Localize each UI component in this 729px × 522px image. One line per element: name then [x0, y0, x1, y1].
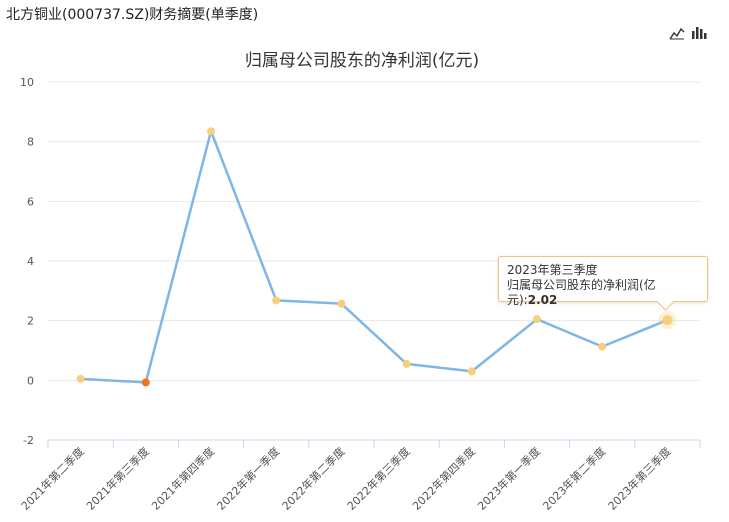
tooltip-value: 2.02 — [527, 293, 558, 307]
y-tick-label: 4 — [27, 255, 34, 268]
data-point[interactable] — [598, 342, 607, 351]
data-point[interactable] — [76, 374, 85, 383]
x-tick-label: 2022年第一季度 — [214, 444, 283, 513]
x-tick-label: 2023年第二季度 — [540, 444, 609, 513]
chart-title: 归属母公司股东的净利润(亿元) — [245, 51, 479, 71]
data-point[interactable] — [402, 359, 411, 368]
x-tick-label: 2021年第三季度 — [83, 444, 152, 513]
data-point[interactable] — [533, 315, 541, 324]
x-tick-label: 2022年第三季度 — [344, 444, 413, 513]
data-point[interactable] — [337, 299, 346, 308]
data-point[interactable] — [141, 378, 150, 387]
data-point[interactable] — [207, 127, 215, 136]
x-tick-label: 2022年第四季度 — [409, 444, 478, 513]
tooltip-period: 2023年第三季度 — [507, 263, 598, 277]
data-tooltip: 2023年第三季度 归属母公司股东的净利润(亿元):2.02 — [498, 256, 708, 311]
data-point[interactable] — [662, 315, 673, 326]
x-tick-label: 2021年第二季度 — [18, 444, 87, 513]
y-tick-label: -2 — [23, 434, 34, 447]
x-tick-label: 2021年第四季度 — [149, 444, 218, 513]
x-tick-label: 2023年第三季度 — [605, 444, 674, 513]
y-tick-label: 8 — [27, 136, 34, 149]
x-tick-label: 2022年第二季度 — [279, 444, 348, 513]
x-tick-label: 2023年第一季度 — [475, 444, 544, 513]
y-tick-label: 10 — [20, 76, 34, 89]
y-tick-label: 6 — [27, 195, 34, 208]
y-tick-label: 2 — [27, 315, 34, 328]
y-tick-label: 0 — [27, 374, 34, 387]
data-point[interactable] — [467, 367, 476, 376]
data-point[interactable] — [272, 296, 281, 305]
